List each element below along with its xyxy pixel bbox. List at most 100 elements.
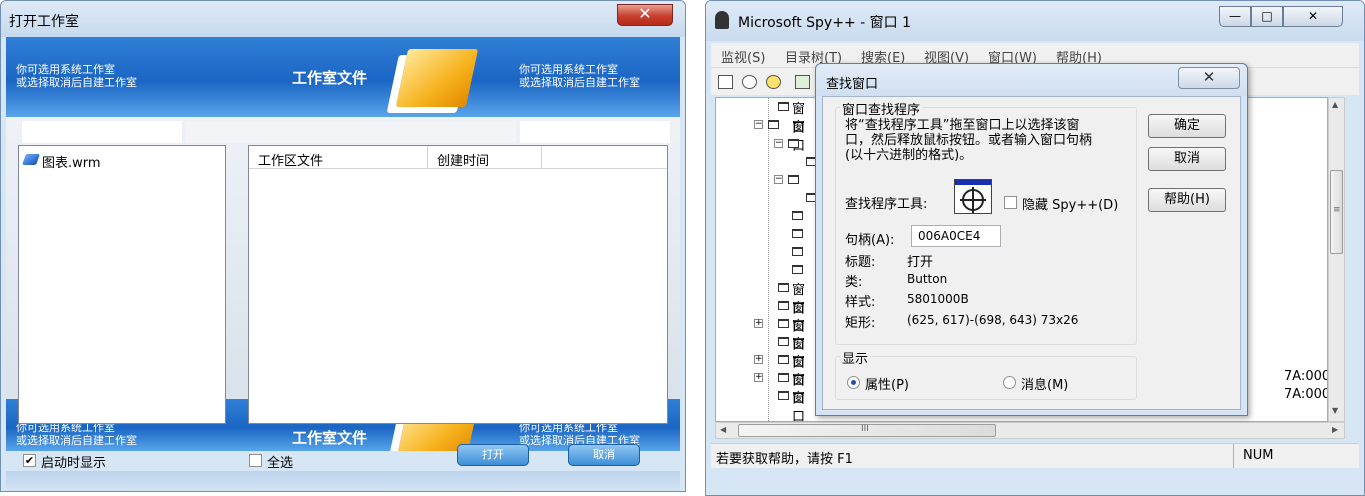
- class-label: 类:: [845, 275, 863, 290]
- tree-node-detail: 7A:000000000: [1284, 387, 1328, 402]
- window-icon: [788, 139, 799, 148]
- expand-icon: +: [754, 354, 763, 364]
- handle-input[interactable]: 006A0CE4: [911, 225, 1001, 247]
- finder-tool[interactable]: [954, 179, 992, 214]
- open-studio-window: 打开工作室 ✕ 你可选用系统工作室 或选择取消后自建工作室 工作室文件 你可选用…: [0, 0, 686, 492]
- scroll-right-icon[interactable]: ▶: [1332, 425, 1338, 434]
- find-window-title: 查找窗口: [826, 77, 879, 92]
- grip-icon: ≡: [1333, 205, 1341, 215]
- banner-right-note: 你可选用系统工作室 或选择取消后自建工作室: [519, 63, 640, 89]
- horizontal-scrollbar[interactable]: ◀ III ▶: [715, 422, 1345, 439]
- help-button[interactable]: 帮助(H): [1148, 188, 1226, 212]
- finder-tool-titlebar: [955, 180, 991, 185]
- properties-radio[interactable]: [847, 376, 860, 389]
- workspace-file-table[interactable]: 工作区文件 创建时间: [248, 145, 668, 424]
- messages-radio[interactable]: [1003, 376, 1016, 389]
- ok-button[interactable]: 确定: [1148, 114, 1226, 138]
- list-item-label: 图表.wrm: [42, 156, 101, 171]
- panel-tab-center: [186, 121, 516, 143]
- banner-note-line: 或选择取消后自建工作室: [519, 76, 640, 89]
- banner-left-note: 你可选用系统工作室 或选择取消后自建工作室: [16, 63, 137, 89]
- panel-tab-left: [22, 121, 182, 143]
- scroll-left-icon[interactable]: ◀: [720, 425, 726, 434]
- banner-note-line: 或选择取消后自建工作室: [16, 434, 137, 447]
- cancel-button[interactable]: 取消: [1148, 147, 1226, 171]
- bottom-frame: [6, 471, 680, 491]
- window-icon: [778, 301, 789, 310]
- banner-title: 工作室文件: [292, 69, 368, 87]
- caption-value: 打开: [907, 255, 934, 270]
- find-window-close-button[interactable]: ✕: [1178, 67, 1240, 89]
- spy-close-button[interactable]: ✕: [1283, 6, 1343, 27]
- folder-icon: [395, 49, 479, 107]
- handle-label: 句柄(A):: [845, 233, 895, 248]
- hide-spy-checkbox[interactable]: [1004, 196, 1017, 209]
- windows-view-icon[interactable]: [718, 75, 733, 89]
- instruction-line: 将“查找程序工具”拖至窗口上以选择该窗: [845, 118, 1080, 133]
- class-value: Button: [907, 272, 948, 286]
- scroll-down-icon[interactable]: ▼: [1332, 406, 1338, 415]
- open-studio-titlebar[interactable]: [1, 1, 685, 37]
- window-icon: [788, 175, 799, 184]
- studio-list[interactable]: 图表.wrm: [18, 145, 226, 424]
- select-all-label: 全选: [267, 456, 294, 471]
- instruction-line: (以十六进制的格式)。: [845, 148, 973, 163]
- window-icon: [778, 102, 789, 111]
- open-button[interactable]: 打开: [457, 444, 529, 466]
- collapse-icon: −: [754, 119, 763, 129]
- open-studio-close-button[interactable]: ✕: [617, 4, 673, 26]
- window-icon: [778, 373, 789, 382]
- spy-app-icon: [715, 11, 729, 29]
- num-lock-indicator: NUM: [1243, 448, 1274, 463]
- vertical-scrollbar[interactable]: ▲ ≡ ▼: [1328, 97, 1345, 422]
- instruction-line: 口，然后释放鼠标按钮。或者输入窗口句柄: [845, 133, 1093, 148]
- threads-icon[interactable]: [766, 75, 781, 89]
- rect-label: 矩形:: [845, 316, 876, 331]
- horizontal-scroll-thumb[interactable]: III: [738, 424, 996, 437]
- column-divider[interactable]: [427, 146, 428, 169]
- show-on-startup-label: 启动时显示: [41, 456, 107, 471]
- collapse-icon: −: [774, 138, 783, 148]
- tree-node-label: 窗口: [792, 120, 806, 154]
- tree-node-detail: 7A:000000000: [1284, 369, 1328, 384]
- maximize-icon: □: [1261, 9, 1273, 23]
- collapse-icon: −: [774, 174, 783, 184]
- messages-icon[interactable]: [795, 75, 810, 89]
- close-icon: ✕: [638, 4, 652, 23]
- show-on-startup-checkbox[interactable]: ✔: [23, 454, 36, 467]
- banner-note-line: 你可选用系统工作室: [519, 63, 618, 76]
- menu-monitor[interactable]: 监视(S): [721, 47, 765, 66]
- expand-icon: +: [754, 318, 763, 328]
- column-header-created-time[interactable]: 创建时间: [437, 150, 489, 169]
- banner-note-line: 你可选用系统工作室: [16, 63, 115, 76]
- select-all-checkbox[interactable]: [249, 454, 262, 467]
- scroll-up-icon[interactable]: ▲: [1332, 100, 1338, 109]
- top-banner: 你可选用系统工作室 或选择取消后自建工作室 工作室文件 你可选用系统工作室 或选…: [6, 37, 680, 117]
- find-window-body: 窗口查找程序 将“查找程序工具”拖至窗口上以选择该窗 口，然后释放鼠标按钮。或者…: [822, 96, 1241, 410]
- table-header: 工作区文件 创建时间: [249, 146, 667, 169]
- tree-line: [768, 98, 769, 421]
- minimize-button[interactable]: —: [1219, 6, 1251, 27]
- vertical-scroll-thumb[interactable]: ≡: [1330, 170, 1343, 254]
- tree-node-label: 窗口: [792, 391, 806, 422]
- column-divider[interactable]: [541, 146, 542, 169]
- column-header-workspace-file[interactable]: 工作区文件: [258, 150, 323, 169]
- maximize-button[interactable]: □: [1251, 6, 1283, 27]
- window-icon: [768, 120, 779, 129]
- cancel-button[interactable]: 取消: [568, 444, 640, 466]
- status-divider: [1233, 444, 1234, 468]
- banner-title: 工作室文件: [292, 429, 368, 447]
- status-text: 若要获取帮助，请按 F1: [716, 452, 853, 467]
- window-icon: [778, 283, 789, 292]
- style-label: 样式:: [845, 295, 876, 310]
- status-bar: 若要获取帮助，请按 F1 NUM: [711, 443, 1359, 468]
- processes-icon[interactable]: [742, 75, 757, 89]
- caption-label: 标题:: [845, 255, 876, 270]
- close-icon: ✕: [1307, 9, 1319, 23]
- messages-radio-label: 消息(M): [1021, 378, 1069, 393]
- window-icon: [778, 391, 789, 400]
- window-icon: [792, 211, 803, 220]
- crosshair-icon: [960, 187, 986, 213]
- minimize-icon: —: [1229, 9, 1241, 23]
- spy-title: Microsoft Spy++ - 窗口 1: [738, 15, 911, 31]
